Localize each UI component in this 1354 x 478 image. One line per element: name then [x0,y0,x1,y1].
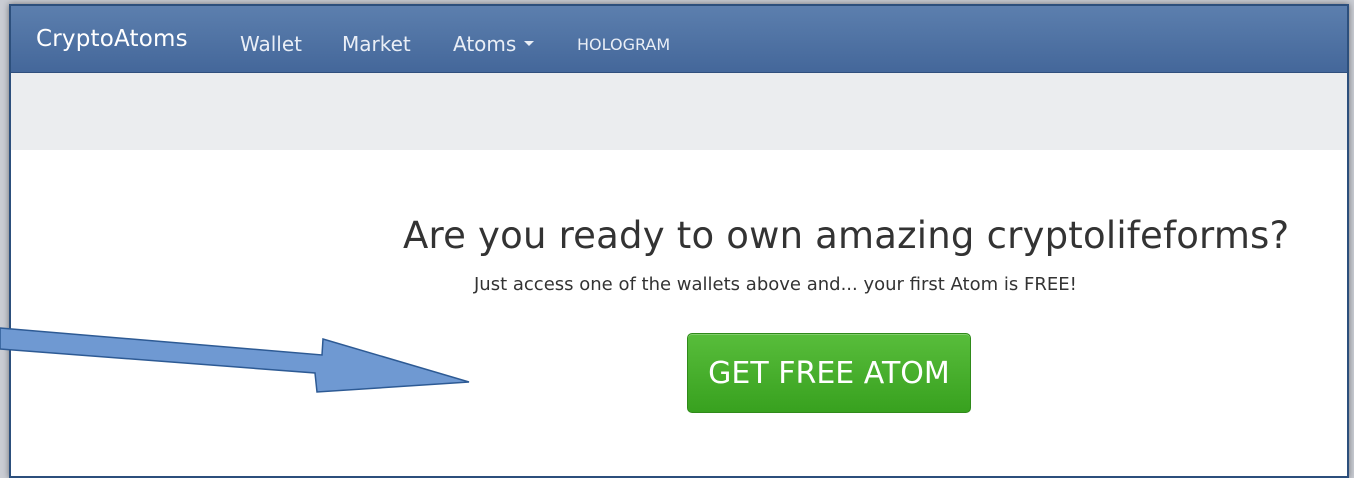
nav-market[interactable]: Market [342,32,411,56]
get-free-atom-button[interactable]: GET FREE ATOM [687,333,971,413]
hero-subtitle: Just access one of the wallets above and… [474,274,1077,295]
browser-window: CryptoAtoms Wallet Market Atoms HOLOGRAM… [9,4,1349,478]
caret-down-icon [524,41,535,46]
hero-title: Are you ready to own amazing cryptolifef… [403,214,1290,257]
nav-wallet[interactable]: Wallet [240,32,302,56]
top-navbar: CryptoAtoms Wallet Market Atoms HOLOGRAM [11,6,1347,73]
nav-atoms-label: Atoms [453,32,517,56]
brand-link[interactable]: CryptoAtoms [36,26,188,52]
sub-header-bar [11,73,1347,150]
nav-atoms-dropdown[interactable]: Atoms [453,32,535,56]
nav-hologram[interactable]: HOLOGRAM [577,35,670,54]
